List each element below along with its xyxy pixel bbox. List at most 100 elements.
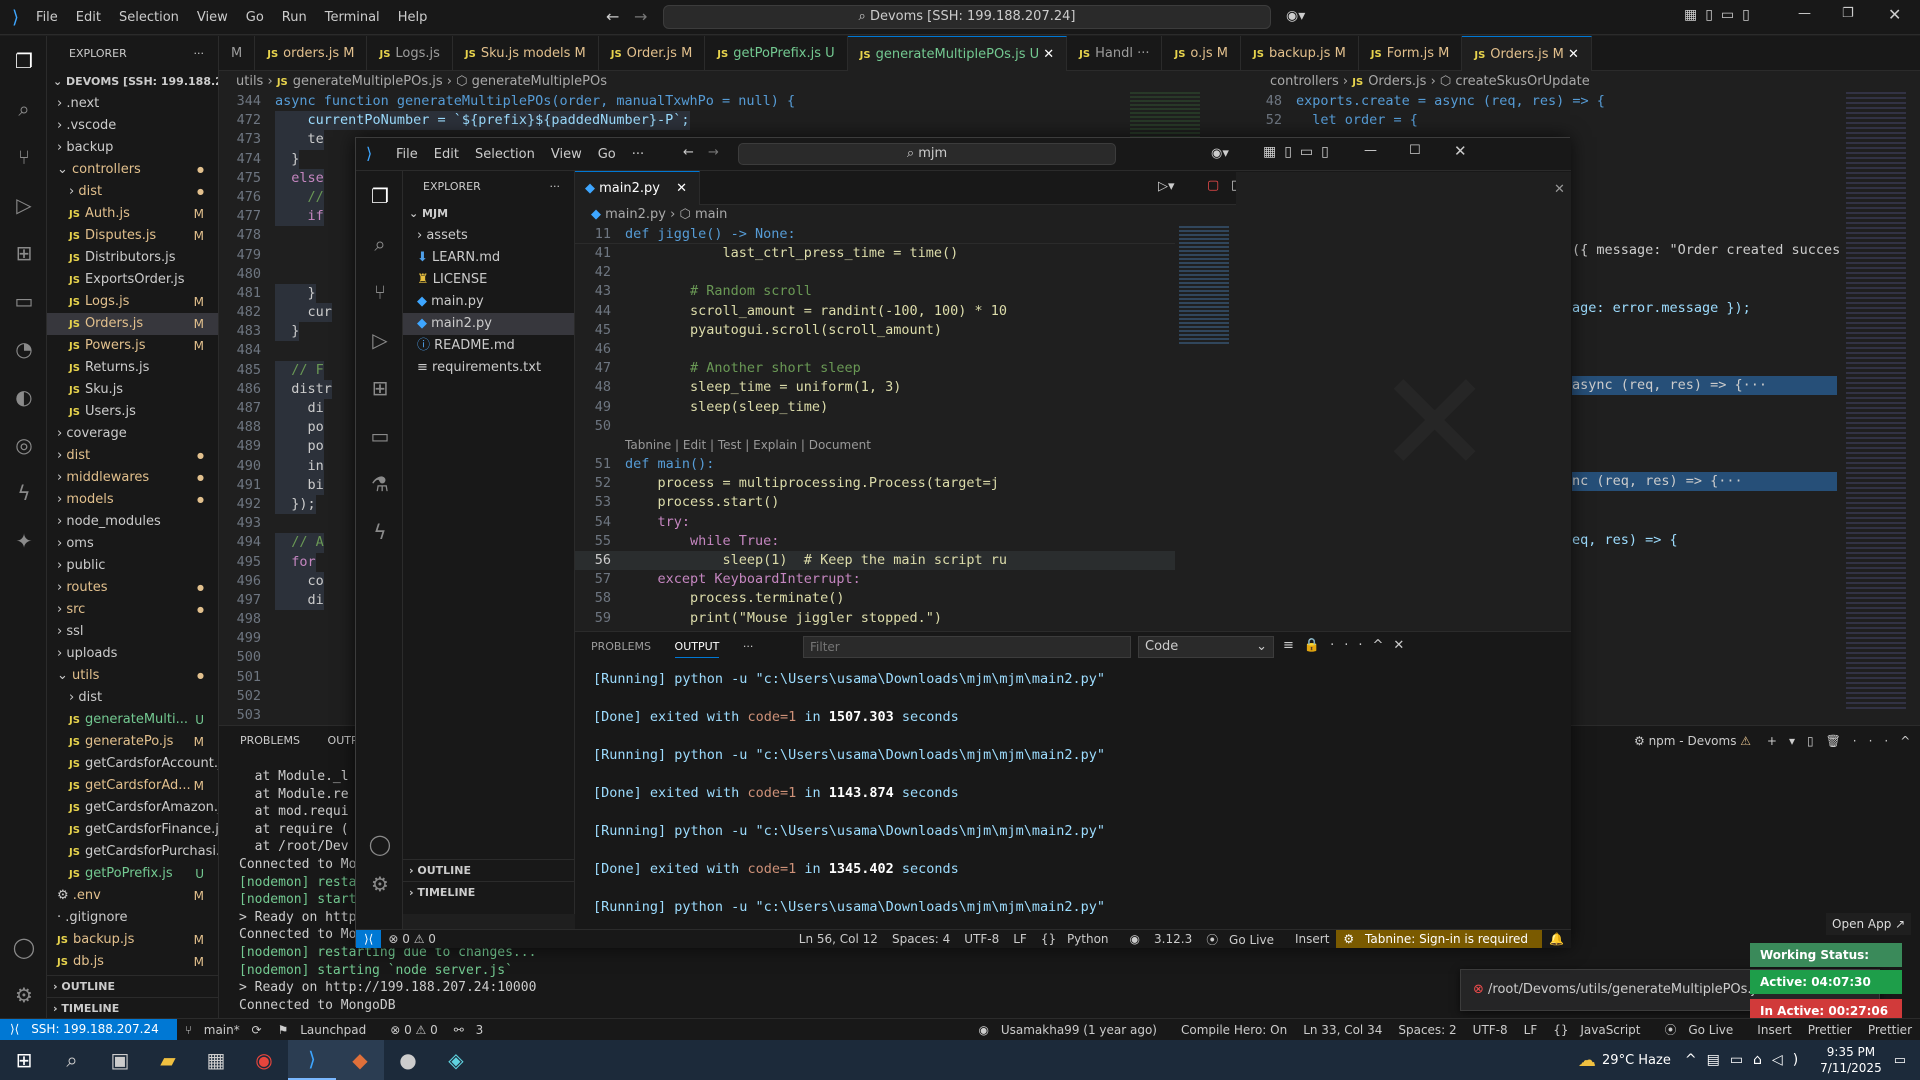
python-version-status[interactable]: 3.12.3 <box>1147 932 1199 946</box>
editor-tab[interactable]: JS Form.js M <box>1359 36 1463 71</box>
account-icon[interactable]: ◯ <box>11 934 37 960</box>
timeline-section[interactable]: › TIMELINE <box>47 997 219 1019</box>
close-button[interactable]: ✕ <box>1454 142 1467 160</box>
encoding-status[interactable]: UTF-8 <box>957 932 1006 946</box>
minimize-button[interactable]: — <box>1798 6 1811 21</box>
output-content[interactable]: [Running] python -u "c:\Users\usama\Down… <box>575 660 1555 926</box>
tab-main2-py[interactable]: ◆ main2.py ✕ <box>575 171 701 205</box>
extensions-icon[interactable]: ⊞ <box>11 240 37 266</box>
file-item[interactable]: ◆ main.py <box>403 291 574 313</box>
cursor-position[interactable]: Ln 33, Col 34 <box>1295 1023 1390 1037</box>
prettier-status-2[interactable]: Prettier <box>1860 1023 1920 1037</box>
tabnine-status[interactable]: ⚙ Tabnine: Sign-in is required <box>1336 930 1543 948</box>
folder-item[interactable]: › ssl <box>47 621 218 643</box>
folder-item[interactable]: › middlewares ● <box>47 467 218 489</box>
folder-item[interactable]: › dist ● <box>47 181 218 203</box>
file-item[interactable]: JS getCardsforAccount.js <box>47 753 218 775</box>
terminal-actions-icons[interactable]: +▾▯🗑···^✕ <box>1767 734 1920 748</box>
ports-status[interactable]: ⚯ 3 <box>446 1023 500 1037</box>
front-menu-item[interactable]: ··· <box>624 147 652 162</box>
windows-start-icon[interactable]: ⊞ <box>0 1040 48 1080</box>
file-item[interactable]: JS backup.js M <box>47 929 218 951</box>
more-actions-icon[interactable]: ··· <box>194 36 205 71</box>
file-item[interactable]: JS Logs.js M <box>47 291 218 313</box>
search-icon[interactable]: ⌕ <box>367 231 393 257</box>
file-item[interactable]: ♜ LICENSE <box>403 269 574 291</box>
prettier-status[interactable]: Prettier <box>1800 1023 1860 1037</box>
source-control-icon[interactable]: ⑂ <box>11 144 37 170</box>
command-center[interactable]: ⌕ Devoms [SSH: 199.188.207.24] <box>663 5 1271 29</box>
stop-button[interactable]: ▢ <box>1207 178 1219 193</box>
workspace-header[interactable]: ⌄ MJM <box>403 203 574 225</box>
file-item[interactable]: JS Auth.js M <box>47 203 218 225</box>
menu-file[interactable]: File <box>27 10 67 25</box>
output-filter-input[interactable] <box>803 636 1131 658</box>
tray-icons[interactable]: ^▤▭⌂◁) <box>1685 1052 1808 1068</box>
maximize-button[interactable]: ☐ <box>1409 143 1421 158</box>
problems-status[interactable]: ⊗ 0 ⚠ 0 <box>381 932 443 946</box>
python-icon[interactable]: ✦ <box>11 528 37 554</box>
folder-item[interactable]: › .vscode <box>47 115 218 137</box>
file-item[interactable]: JS getCardsforAmazon.js <box>47 797 218 819</box>
docker-icon[interactable]: ◐ <box>11 384 37 410</box>
editor-tab[interactable]: JS Handl ··· <box>1067 36 1163 71</box>
minimize-button[interactable]: — <box>1364 143 1377 158</box>
folder-item[interactable]: › coverage <box>47 423 218 445</box>
folder-item[interactable]: › backup <box>47 137 218 159</box>
notification-center-icon[interactable]: ▭ <box>1894 1053 1906 1068</box>
folder-item[interactable]: ⌄ controllers ● <box>47 159 218 181</box>
tab-close-icon[interactable]: ✕ <box>1564 47 1579 62</box>
branch-status[interactable]: ⑂ main* ⟳ <box>177 1023 270 1037</box>
remote-explorer-icon[interactable]: ▭ <box>367 423 393 449</box>
tab-output[interactable]: OUTPUT <box>674 640 720 658</box>
file-item[interactable]: JS getCardsforAd... M <box>47 775 218 797</box>
copilot-status-icon[interactable]: ◉ <box>1123 932 1147 946</box>
folder-item[interactable]: › uploads <box>47 643 218 665</box>
file-item[interactable]: ≡ requirements.txt <box>403 357 574 379</box>
more-actions-icon[interactable]: ··· <box>550 171 561 203</box>
encoding-status[interactable]: UTF-8 <box>1465 1023 1516 1037</box>
thunder-icon[interactable]: ϟ <box>367 519 393 545</box>
editor-tab[interactable]: JS backup.js M <box>1241 36 1359 71</box>
close-button[interactable]: ✕ <box>1888 5 1901 24</box>
menu-go[interactable]: Go <box>237 10 273 25</box>
editor-tab[interactable]: JS Orders.js M ✕ <box>1462 36 1592 71</box>
settings-gear-icon[interactable]: ⚙ <box>11 982 37 1008</box>
explorer-icon[interactable]: ❐ <box>367 183 393 209</box>
output-channel-select[interactable]: Code ⌄ <box>1138 636 1274 658</box>
app2-taskbar-icon[interactable]: ● <box>384 1040 432 1080</box>
compile-hero-status[interactable]: Compile Hero: On <box>1173 1023 1295 1037</box>
remote-explorer-icon[interactable]: ▭ <box>11 288 37 314</box>
editor-tab[interactable]: JS generateMultiplePOs.js U ✕ <box>847 36 1068 71</box>
open-app-button[interactable]: Open App ↗ <box>1826 913 1912 935</box>
settings-gear-icon[interactable]: ⚙ <box>367 871 393 897</box>
file-item[interactable]: JS Disputes.js M <box>47 225 218 247</box>
golive-status[interactable]: ⦿ Go Live <box>1657 1021 1750 1038</box>
launchpad-status[interactable]: ⚑ Launchpad <box>270 1023 383 1037</box>
testing-icon[interactable]: ⚗ <box>367 471 393 497</box>
folder-item[interactable]: ⌄ utils ● <box>47 665 218 687</box>
file-item[interactable]: JS db.js M <box>47 951 218 973</box>
folder-item[interactable]: › oms <box>47 533 218 555</box>
folder-item[interactable]: › node_modules <box>47 511 218 533</box>
file-item[interactable]: JS getPoPrefix.js U <box>47 863 218 885</box>
app3-taskbar-icon[interactable]: ◈ <box>432 1040 480 1080</box>
insert-status[interactable]: Insert <box>1288 932 1336 946</box>
folder-item[interactable]: › dist ● <box>47 445 218 467</box>
eol-status[interactable]: LF <box>1516 1023 1546 1037</box>
editor-tab[interactable]: JS o.js M <box>1162 36 1241 71</box>
front-menu-item[interactable]: Edit <box>426 147 467 162</box>
app-taskbar-icon[interactable]: ◆ <box>336 1040 384 1080</box>
file-item[interactable]: JS Users.js <box>47 401 218 423</box>
menu-edit[interactable]: Edit <box>67 10 110 25</box>
forward-arrow-icon[interactable]: → <box>634 7 647 26</box>
tab-problems[interactable]: PROBLEMS <box>591 640 651 653</box>
file-item[interactable]: ⬇ LEARN.md <box>403 247 574 269</box>
problems-status[interactable]: ⊗ 0 ⚠ 0 <box>382 1023 446 1037</box>
folder-item[interactable]: › assets <box>403 225 574 247</box>
store-icon[interactable]: ▦ <box>192 1040 240 1080</box>
menu-terminal[interactable]: Terminal <box>316 10 389 25</box>
language-status[interactable]: {} Python <box>1034 932 1123 946</box>
menu-help[interactable]: Help <box>389 10 437 25</box>
back-arrow-icon[interactable]: ← <box>683 145 694 160</box>
